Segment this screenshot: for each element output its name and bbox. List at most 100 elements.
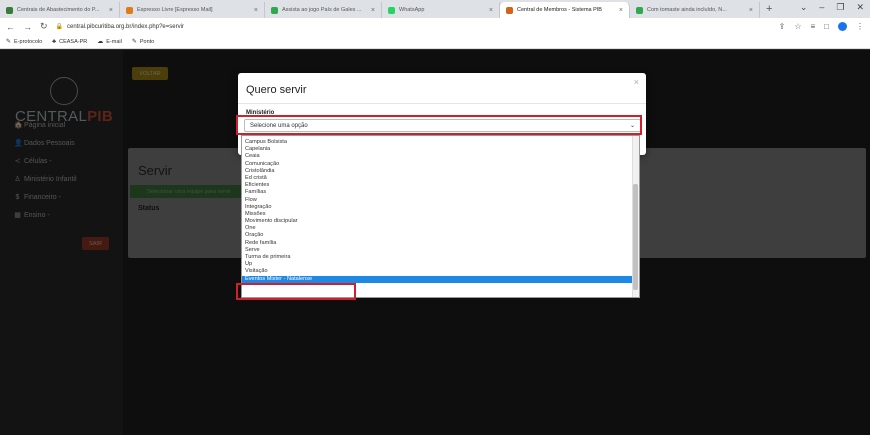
- profile-avatar[interactable]: [838, 22, 847, 31]
- sidebar-item-label: Dados Pessoais: [24, 139, 75, 147]
- url-field[interactable]: 🔒 central.pibcuritiba.org.br/index.php?e…: [55, 23, 184, 31]
- sidebar-item-label: Células -: [24, 157, 52, 165]
- minimize-icon[interactable]: –: [819, 2, 824, 13]
- sidebar-item[interactable]: 👤 Dados Pessoais: [14, 134, 124, 152]
- home-icon: 🏠: [14, 122, 23, 129]
- share-icon: ≺: [14, 158, 21, 165]
- ministry-option[interactable]: Ceaia: [242, 153, 634, 160]
- browser-tab[interactable]: Assista ao jogo País de Gales ... ×: [265, 2, 382, 18]
- ministry-option[interactable]: Integração: [242, 204, 634, 211]
- scrollbar[interactable]: [632, 136, 639, 297]
- sidebar-item[interactable]: 🏠 Página inicial: [14, 116, 124, 134]
- bookmark-icon: ☁: [97, 39, 104, 45]
- ministry-option[interactable]: Up: [242, 261, 634, 268]
- bookmark-e-protocolo[interactable]: ✎ E-protocolo: [6, 38, 42, 46]
- back-icon[interactable]: ←: [6, 22, 15, 32]
- sidepanel-icon[interactable]: □: [824, 22, 829, 31]
- scrollbar-thumb[interactable]: [633, 184, 638, 290]
- ministry-option[interactable]: Visitação: [242, 268, 634, 275]
- tab-title: Com tomaste ainda incluído, N...: [647, 7, 727, 13]
- ministry-option[interactable]: Capelania: [242, 146, 634, 153]
- browser-tab[interactable]: Espresso Livre [Espresso Mail] ×: [120, 2, 265, 18]
- bookmark-icon: ✎: [131, 39, 137, 45]
- ministry-label: Ministério: [246, 110, 275, 116]
- ministry-option[interactable]: Flow: [242, 197, 634, 204]
- logout-button[interactable]: SAIR: [82, 237, 109, 250]
- sidebar: CENTRALPIB 🏠 Página inicial 👤 Dados Pessoai…: [0, 50, 123, 435]
- share-icon[interactable]: ⇪: [779, 22, 786, 31]
- child-icon: ♙: [14, 176, 21, 183]
- ministry-option[interactable]: Movimento discipular: [242, 218, 634, 225]
- lock-icon: 🔒: [55, 24, 64, 30]
- ministry-select[interactable]: Selecione uma opção ⌄: [244, 119, 641, 132]
- bookmark-email[interactable]: ☁ E-mail: [97, 38, 122, 46]
- tab-close-icon[interactable]: ×: [371, 7, 375, 14]
- modal-divider: [238, 103, 646, 104]
- tab-close-icon[interactable]: ×: [254, 7, 258, 14]
- bookmark-ponto[interactable]: ✎ Ponto: [131, 38, 154, 46]
- ministry-option[interactable]: Eficientes: [242, 182, 634, 189]
- tab-search-icon[interactable]: ⌄: [800, 2, 808, 13]
- bookmarks-bar: ✎ E-protocolo ♣ CEASA-PR ☁ E-mail ✎ Ponto: [0, 35, 870, 49]
- bookmark-icon: ✎: [6, 39, 12, 45]
- ministry-option[interactable]: Campus Bolsista: [242, 139, 634, 146]
- ministry-option[interactable]: Oração: [242, 232, 634, 239]
- user-icon: 👤: [14, 140, 23, 147]
- ministry-option[interactable]: Cristolândia: [242, 168, 634, 175]
- url-text: central.pibcuritiba.org.br/index.php?e=s…: [67, 23, 184, 30]
- sidebar-item-label: Financeiro -: [24, 193, 61, 201]
- tab-title: Espresso Livre [Espresso Mail]: [137, 7, 213, 13]
- book-icon: ▦: [14, 212, 21, 219]
- ministry-options-list[interactable]: Campus Bolsista Capelania Ceaia Comunicação…: [241, 135, 640, 298]
- ministry-option[interactable]: Turma de primeira: [242, 254, 634, 261]
- favicon-icon: [506, 6, 513, 14]
- ministry-option[interactable]: Ed cristã: [242, 175, 634, 182]
- ministry-option[interactable]: Famílias: [242, 189, 634, 196]
- sidebar-item[interactable]: ▦ Ensino -: [14, 206, 124, 224]
- sidebar-menu: 🏠 Página inicial 👤 Dados Pessoais ≺ Células -…: [14, 116, 124, 224]
- sidebar-item[interactable]: $ Financeiro -: [14, 188, 124, 206]
- tab-close-icon[interactable]: ×: [619, 7, 623, 14]
- back-button[interactable]: VOLTAR: [132, 67, 168, 80]
- window-controls: ⌄ – ❐ ✕: [800, 2, 864, 13]
- forward-icon[interactable]: →: [23, 22, 32, 32]
- browser-tab[interactable]: WhatsApp ×: [382, 2, 500, 18]
- ministry-option[interactable]: Missões: [242, 211, 634, 218]
- reload-icon[interactable]: ↻: [40, 21, 48, 32]
- sidebar-item-label: Ministério Infantil: [24, 175, 77, 183]
- bookmark-icon: ♣: [52, 38, 57, 45]
- browser-tab[interactable]: Com tomaste ainda incluído, N... ×: [630, 2, 760, 18]
- select-team-button[interactable]: Selecionar uma equipe para servir: [130, 185, 248, 198]
- restore-icon[interactable]: ❐: [836, 2, 844, 13]
- close-window-icon[interactable]: ✕: [856, 2, 864, 13]
- address-bar: ← → ↻ 🔒 central.pibcuritiba.org.br/index…: [0, 18, 870, 35]
- tab-title: Centrais de Abastecimento do P...: [17, 7, 100, 13]
- close-icon[interactable]: ×: [634, 77, 639, 87]
- ministry-option[interactable]: Eventos Mister - Natalense: [242, 275, 634, 283]
- tab-close-icon[interactable]: ×: [489, 7, 493, 14]
- ministry-option[interactable]: Serve: [242, 247, 634, 254]
- sidebar-item-label: Ensino -: [24, 211, 50, 219]
- menu-icon[interactable]: ⋮: [856, 22, 864, 31]
- ministry-option[interactable]: Rede família: [242, 240, 634, 247]
- status-heading: Status: [138, 205, 160, 212]
- new-tab-button[interactable]: +: [760, 2, 778, 18]
- reading-list-icon[interactable]: ≡: [810, 22, 815, 31]
- tab-close-icon[interactable]: ×: [109, 7, 113, 14]
- ministry-option[interactable]: One: [242, 225, 634, 232]
- star-icon[interactable]: ☆: [794, 22, 801, 31]
- sidebar-item[interactable]: ♙ Ministério Infantil: [14, 170, 124, 188]
- bookmark-ceasa[interactable]: ♣ CEASA-PR: [52, 39, 87, 45]
- tab-close-icon[interactable]: ×: [749, 7, 753, 14]
- favicon-icon: [6, 6, 13, 14]
- favicon-icon: [126, 6, 133, 14]
- sidebar-item[interactable]: ≺ Células -: [14, 152, 124, 170]
- tab-title: WhatsApp: [399, 7, 425, 13]
- globe-icon: [50, 77, 78, 105]
- browser-tab[interactable]: Central de Membros - Sistema PIB ×: [500, 2, 630, 18]
- tab-title: Assista ao jogo País de Gales ...: [282, 7, 362, 13]
- dollar-icon: $: [15, 193, 20, 201]
- browser-tab[interactable]: Centrais de Abastecimento do P... ×: [0, 2, 120, 18]
- ministry-option[interactable]: Comunicação: [242, 161, 634, 168]
- card-title: Servir: [138, 163, 172, 178]
